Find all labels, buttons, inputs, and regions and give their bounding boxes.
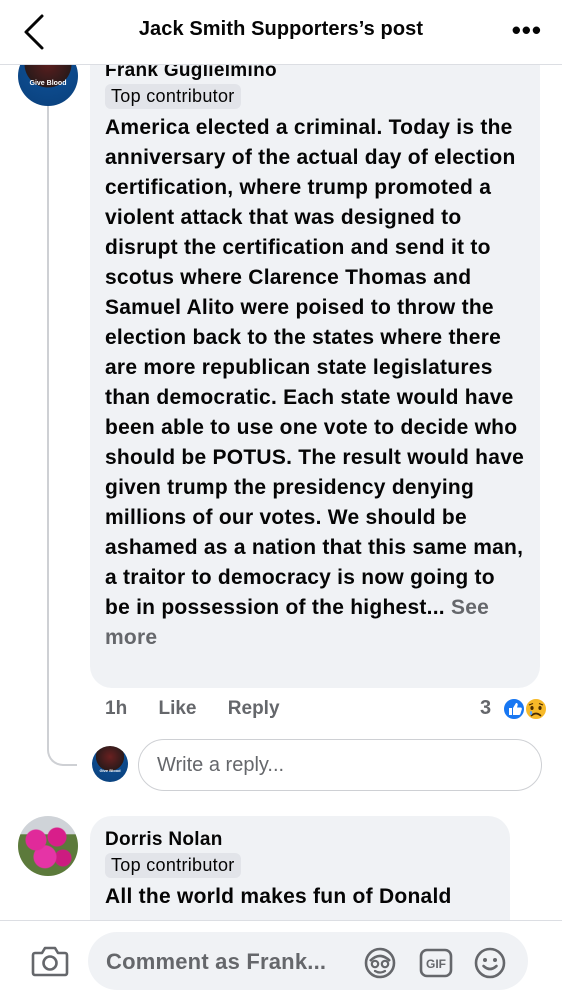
reaction-count[interactable]: 3 bbox=[480, 697, 491, 720]
header-bar: Jack Smith Supporters’s post ••• bbox=[0, 0, 562, 65]
comment-composer: Comment as Frank... GIF bbox=[0, 920, 562, 1001]
thread-connector bbox=[47, 104, 77, 766]
gif-icon: GIF bbox=[419, 948, 453, 978]
avatar-label: Give Blood bbox=[29, 80, 67, 87]
comment-text: All the world makes fun of Donald bbox=[105, 885, 452, 908]
like-reaction-icon bbox=[502, 697, 526, 721]
page-title: Jack Smith Supporters’s post bbox=[138, 18, 424, 40]
avatar[interactable] bbox=[18, 816, 78, 876]
comment-placeholder: Comment as Frank... bbox=[106, 949, 327, 974]
comment-input[interactable]: Comment as Frank... bbox=[88, 932, 528, 990]
contributor-badge: Top contributor bbox=[105, 84, 241, 109]
more-horizontal-icon[interactable]: ••• bbox=[512, 17, 542, 43]
reply-button[interactable]: Reply bbox=[228, 698, 280, 719]
like-button[interactable]: Like bbox=[158, 698, 196, 719]
reply-avatar: Give Blood bbox=[92, 746, 128, 782]
comment-body: America elected a criminal. Today is the… bbox=[105, 116, 525, 619]
camera-icon[interactable] bbox=[30, 943, 70, 979]
emoji-icon[interactable] bbox=[472, 945, 508, 981]
comment-timestamp: 1h bbox=[105, 698, 128, 719]
gif-button[interactable]: GIF bbox=[418, 945, 454, 981]
comment-text: America elected a criminal. Today is the… bbox=[105, 113, 525, 653]
avatar-label: Give Blood bbox=[99, 768, 121, 773]
contributor-badge: Top contributor bbox=[105, 853, 241, 878]
reply-placeholder: Write a reply... bbox=[157, 754, 285, 776]
avatar-sticker-icon[interactable] bbox=[362, 945, 398, 981]
sad-reaction-icon bbox=[524, 697, 548, 721]
comment-actions: 1h Like Reply bbox=[105, 698, 306, 720]
reactions-icon[interactable] bbox=[502, 696, 554, 722]
reply-input[interactable]: Write a reply... bbox=[138, 739, 542, 791]
gif-label: GIF bbox=[426, 957, 446, 971]
comment-author[interactable]: Dorris Nolan bbox=[105, 829, 223, 851]
